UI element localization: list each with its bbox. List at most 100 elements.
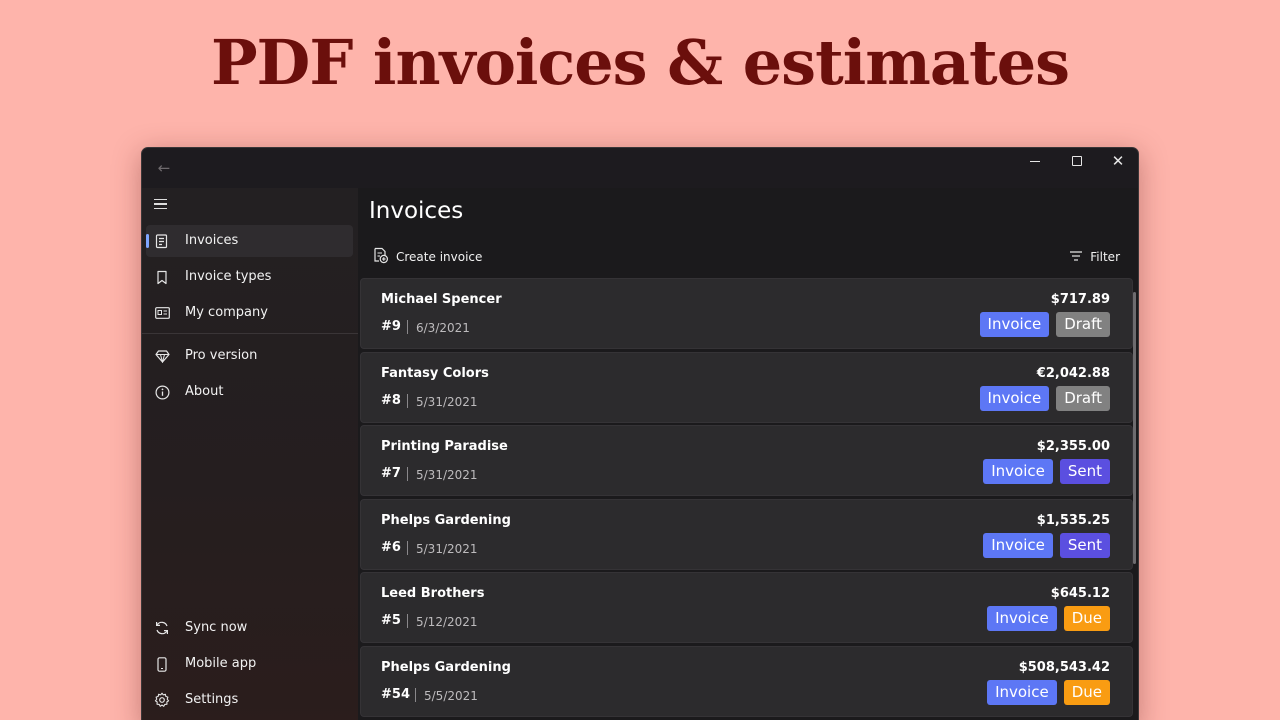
sidebar-item-label: Invoices — [185, 233, 239, 248]
sidebar-item-my-company[interactable]: My company — [146, 297, 353, 329]
create-invoice-button[interactable]: Create invoice — [372, 245, 482, 269]
type-badge: Invoice — [987, 606, 1057, 631]
invoice-row[interactable]: Fantasy Colors #8 5/31/2021 €2,042.88 In… — [360, 351, 1133, 423]
type-badge: Invoice — [979, 312, 1050, 337]
customer-name: Michael Spencer — [381, 292, 502, 307]
scrollbar[interactable] — [1133, 292, 1136, 564]
invoice-number: #6 — [381, 539, 401, 555]
sidebar-item-about[interactable]: About — [146, 376, 353, 408]
active-indicator — [146, 234, 149, 248]
close-button[interactable]: ✕ — [1097, 148, 1138, 174]
sync-icon — [154, 620, 170, 636]
page-title: Invoices — [369, 198, 464, 224]
invoice-row[interactable]: Leed Brothers #5 5/12/2021 $645.12 Invoi… — [360, 572, 1133, 643]
type-badge: Invoice — [983, 532, 1053, 558]
invoice-date: 5/12/2021 — [416, 615, 478, 629]
filter-button[interactable]: Filter — [1069, 245, 1120, 269]
sidebar-item-label: Invoice types — [185, 269, 272, 284]
invoice-row[interactable]: Phelps Gardening #6 5/31/2021 $1,535.25 … — [360, 498, 1133, 570]
invoice-date: 5/31/2021 — [416, 468, 478, 482]
sidebar-item-sync-now[interactable]: Sync now — [146, 612, 353, 644]
close-icon: ✕ — [1111, 151, 1125, 170]
type-badge: Invoice — [979, 385, 1050, 411]
badge-group: Invoice Draft — [979, 385, 1110, 411]
invoice-row[interactable]: Printing Paradise #7 5/31/2021 $2,355.00… — [360, 425, 1133, 496]
invoice-number: #7 — [381, 466, 401, 481]
invoice-row[interactable]: Phelps Gardening #54 5/5/2021 $508,543.4… — [360, 645, 1133, 717]
type-badge: Invoice — [987, 679, 1057, 705]
invoice-number: #5 — [381, 613, 401, 628]
badge-group: Invoice Due — [987, 606, 1110, 631]
invoice-amount: $717.89 — [1050, 292, 1110, 307]
sidebar-item-label: Settings — [185, 692, 239, 707]
invoice-row[interactable]: Michael Spencer #9 6/3/2021 $717.89 Invo… — [360, 278, 1133, 349]
minimize-icon — [1030, 160, 1040, 162]
sidebar-item-pro-version[interactable]: Pro version — [146, 340, 353, 372]
status-badge: Sent — [1059, 532, 1110, 558]
minimize-button[interactable] — [1014, 148, 1056, 174]
sidebar-item-settings[interactable]: Settings — [146, 684, 353, 716]
type-badge: Invoice — [983, 459, 1053, 484]
sidebar-item-invoice-types[interactable]: Invoice types — [146, 261, 353, 293]
arrow-left-icon: ← — [157, 159, 171, 177]
customer-name: Phelps Gardening — [381, 659, 511, 675]
id-card-icon — [154, 305, 170, 321]
separator — [407, 393, 408, 408]
create-invoice-label: Create invoice — [396, 250, 483, 264]
sidebar-divider — [142, 333, 358, 334]
back-button[interactable]: ← — [152, 158, 176, 178]
separator — [415, 687, 416, 702]
customer-name: Phelps Gardening — [381, 512, 511, 528]
status-badge: Due — [1063, 679, 1110, 705]
badge-group: Invoice Draft — [979, 312, 1110, 337]
status-badge: Due — [1063, 606, 1110, 631]
invoice-list: Michael Spencer #9 6/3/2021 $717.89 Invo… — [360, 278, 1135, 720]
customer-name: Printing Paradise — [381, 439, 508, 454]
separator — [407, 540, 408, 555]
status-badge: Draft — [1056, 312, 1110, 337]
new-document-icon — [372, 247, 396, 267]
sidebar-item-invoices[interactable]: Invoices — [146, 225, 353, 257]
invoice-number: #9 — [381, 319, 401, 334]
sidebar-item-label: Sync now — [185, 620, 248, 635]
receipt-icon — [154, 233, 170, 249]
sidebar-item-label: Mobile app — [185, 656, 257, 671]
info-icon — [154, 384, 170, 400]
invoice-amount: €2,042.88 — [1036, 365, 1110, 381]
invoice-number: #54 — [381, 686, 410, 702]
sidebar-item-mobile-app[interactable]: Mobile app — [146, 648, 353, 680]
badge-group: Invoice Due — [987, 679, 1110, 705]
hero-title: PDF invoices & estimates — [210, 26, 1070, 99]
invoice-amount: $645.12 — [1050, 586, 1110, 601]
status-badge: Sent — [1059, 459, 1110, 484]
sidebar-item-label: Pro version — [185, 348, 258, 363]
separator — [407, 320, 408, 334]
phone-icon — [154, 656, 170, 672]
status-badge: Draft — [1056, 385, 1110, 411]
invoice-amount: $1,535.25 — [1036, 512, 1110, 528]
customer-name: Fantasy Colors — [381, 365, 489, 381]
separator — [407, 467, 408, 481]
title-bar: ← ✕ — [142, 148, 1138, 188]
sidebar-item-label: My company — [185, 305, 268, 320]
badge-group: Invoice Sent — [983, 532, 1110, 558]
invoice-number: #8 — [381, 392, 401, 408]
invoice-date: 5/5/2021 — [424, 688, 478, 703]
gear-icon — [154, 692, 170, 708]
filter-label: Filter — [1090, 250, 1120, 264]
invoice-amount: $508,543.42 — [1018, 659, 1110, 675]
bookmark-icon — [154, 269, 170, 285]
badge-group: Invoice Sent — [983, 459, 1110, 484]
invoice-date: 5/31/2021 — [416, 394, 478, 409]
invoice-date: 5/31/2021 — [416, 541, 478, 556]
maximize-icon — [1072, 156, 1082, 166]
invoice-amount: $2,355.00 — [1036, 439, 1110, 454]
maximize-button[interactable] — [1056, 148, 1098, 174]
sidebar-item-label: About — [185, 384, 224, 399]
hamburger-icon[interactable] — [154, 196, 174, 212]
customer-name: Leed Brothers — [381, 586, 485, 601]
main-content: Invoices Create invoice Filter Michael S… — [358, 188, 1138, 720]
separator — [407, 614, 408, 628]
app-window: ← ✕ Invoices Invoice types My company Pr… — [141, 147, 1139, 720]
invoice-date: 6/3/2021 — [416, 321, 470, 335]
